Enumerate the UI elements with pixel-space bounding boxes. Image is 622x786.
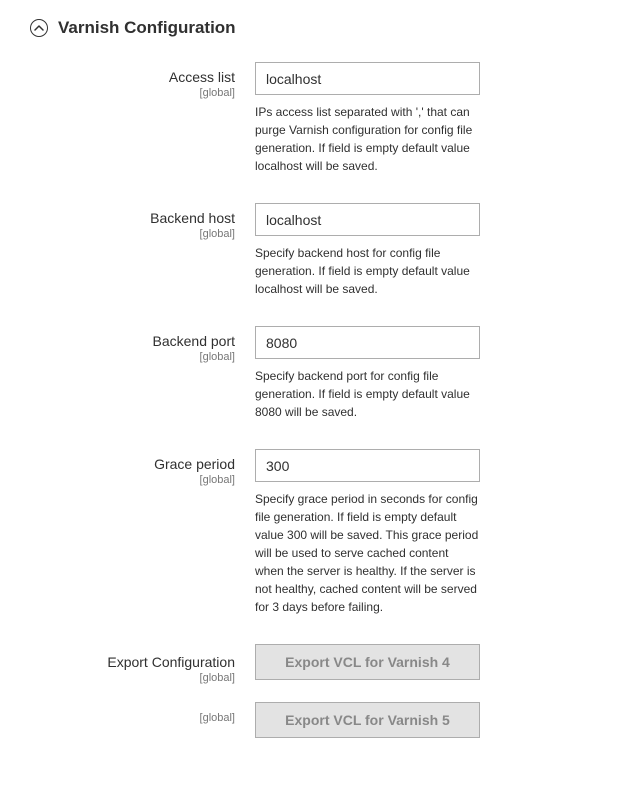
helper-text: Specify grace period in seconds for conf… <box>255 490 480 616</box>
scope-label: [global] <box>30 474 235 486</box>
scope-label: [global] <box>30 672 235 684</box>
helper-text: Specify backend host for config file gen… <box>255 244 480 298</box>
access-list-input[interactable] <box>255 62 480 95</box>
input-col: Specify backend host for config file gen… <box>255 203 480 298</box>
field-export-varnish5: [global] Export VCL for Varnish 5 <box>30 702 592 738</box>
input-col: Specify grace period in seconds for conf… <box>255 449 480 616</box>
scope-label: [global] <box>30 351 235 363</box>
input-col: Export VCL for Varnish 5 <box>255 702 480 738</box>
label-col: Backend host [global] <box>30 203 255 240</box>
input-col: Specify backend port for config file gen… <box>255 326 480 421</box>
field-backend-port: Backend port [global] Specify backend po… <box>30 326 592 421</box>
field-access-list: Access list [global] IPs access list sep… <box>30 62 592 175</box>
field-label: Access list <box>30 68 235 86</box>
field-label: Backend port <box>30 332 235 350</box>
input-col: Export VCL for Varnish 4 <box>255 644 480 680</box>
field-export-varnish4: Export Configuration [global] Export VCL… <box>30 644 592 684</box>
section-header[interactable]: Varnish Configuration <box>30 18 592 38</box>
field-label: Export Configuration <box>30 653 235 671</box>
backend-port-input[interactable] <box>255 326 480 359</box>
grace-period-input[interactable] <box>255 449 480 482</box>
field-label: Backend host <box>30 209 235 227</box>
export-varnish4-button[interactable]: Export VCL for Varnish 4 <box>255 644 480 680</box>
scope-label: [global] <box>30 712 235 724</box>
section-title: Varnish Configuration <box>58 18 236 38</box>
scope-label: [global] <box>30 228 235 240</box>
scope-label: [global] <box>30 87 235 99</box>
label-col: Export Configuration [global] <box>30 644 255 684</box>
backend-host-input[interactable] <box>255 203 480 236</box>
field-grace-period: Grace period [global] Specify grace peri… <box>30 449 592 616</box>
label-col: Grace period [global] <box>30 449 255 486</box>
field-backend-host: Backend host [global] Specify backend ho… <box>30 203 592 298</box>
label-col: Backend port [global] <box>30 326 255 363</box>
collapse-icon <box>30 19 48 37</box>
export-varnish5-button[interactable]: Export VCL for Varnish 5 <box>255 702 480 738</box>
field-label: Grace period <box>30 455 235 473</box>
helper-text: IPs access list separated with ',' that … <box>255 103 480 175</box>
label-col: Access list [global] <box>30 62 255 99</box>
helper-text: Specify backend port for config file gen… <box>255 367 480 421</box>
input-col: IPs access list separated with ',' that … <box>255 62 480 175</box>
label-col: [global] <box>30 702 255 724</box>
